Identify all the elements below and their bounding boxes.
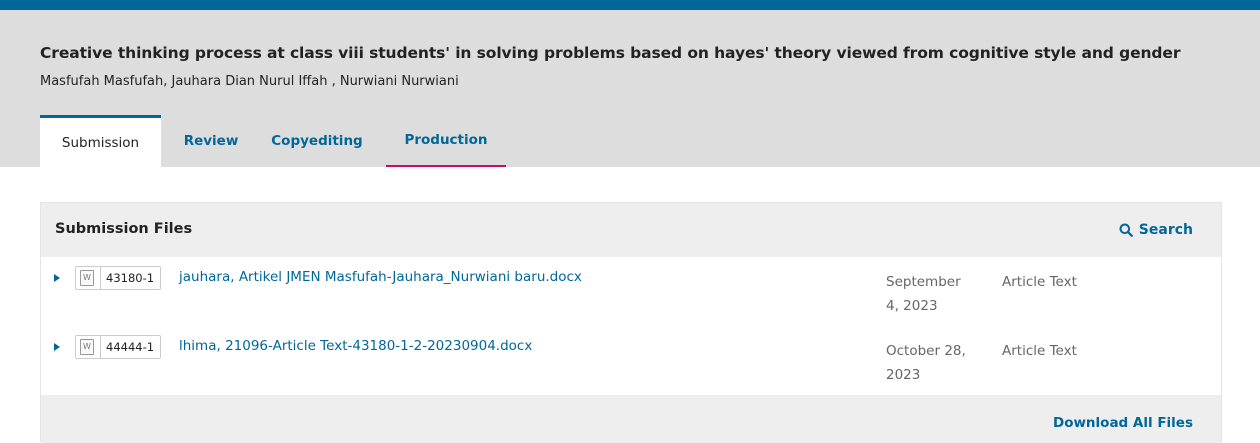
tab-production-label: Production (404, 132, 488, 148)
tab-copyediting-label: Copyediting (271, 133, 363, 149)
doc-icon: W (80, 339, 94, 355)
expand-row-icon[interactable] (54, 343, 60, 351)
search-icon (1119, 223, 1133, 237)
panel-footer: Download All Files (41, 395, 1221, 443)
tab-review[interactable]: Review (173, 115, 249, 167)
panel-header: Submission Files Search (41, 203, 1221, 257)
file-row: W 43180-1 jauhara, Artikel JMEN Masfufah… (41, 257, 1221, 327)
submission-header: Creative thinking process at class viii … (0, 10, 1260, 167)
tab-copyediting[interactable]: Copyediting (261, 115, 373, 167)
tab-submission[interactable]: Submission (40, 115, 161, 167)
search-label: Search (1138, 222, 1193, 238)
file-name-link[interactable]: jauhara, Artikel JMEN Masfufah-Jauhara_N… (179, 269, 582, 285)
submission-files-panel: Submission Files Search W 43180-1 jauhar… (40, 202, 1222, 443)
tab-production[interactable]: Production (386, 115, 506, 167)
submission-title: Creative thinking process at class viii … (40, 44, 1181, 62)
file-date: October 28, 2023 (886, 339, 986, 387)
file-id: 44444-1 (100, 336, 154, 358)
file-date: September 4, 2023 (886, 270, 986, 318)
file-date-line2: 4, 2023 (886, 298, 938, 314)
file-type: Article Text (1002, 274, 1077, 290)
file-date-line1: October 28, (886, 343, 966, 359)
file-row: W 44444-1 lhima, 21096-Article Text-4318… (41, 326, 1221, 396)
file-date-line2: 2023 (886, 367, 921, 383)
doc-icon: W (80, 270, 94, 286)
tab-review-label: Review (183, 133, 239, 149)
tab-submission-label: Submission (61, 134, 140, 151)
file-id: 43180-1 (100, 267, 154, 289)
panel-title: Submission Files (55, 221, 193, 237)
file-date-line1: September (886, 274, 961, 290)
download-all-files-button[interactable]: Download All Files (1053, 415, 1193, 431)
file-badge: W 44444-1 (75, 335, 162, 359)
file-type: Article Text (1002, 343, 1077, 359)
search-button[interactable]: Search (1119, 222, 1193, 238)
file-badge: W 43180-1 (75, 266, 162, 290)
expand-row-icon[interactable] (54, 274, 60, 282)
top-accent-bar (0, 0, 1260, 10)
file-name-link[interactable]: lhima, 21096-Article Text-43180-1-2-2023… (179, 338, 532, 354)
submission-authors: Masfufah Masfufah, Jauhara Dian Nurul If… (40, 74, 459, 89)
